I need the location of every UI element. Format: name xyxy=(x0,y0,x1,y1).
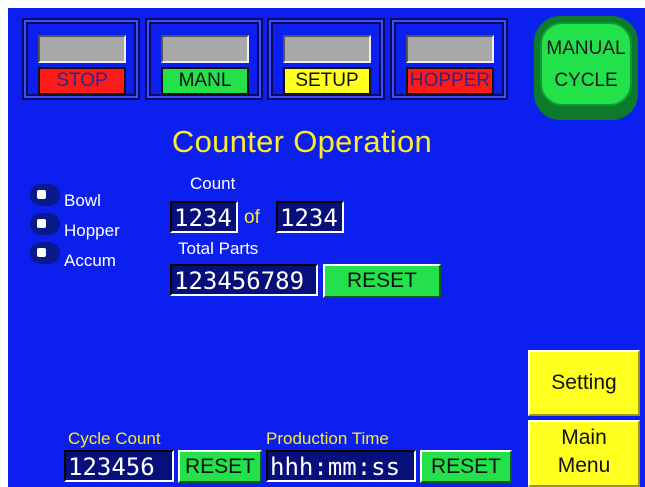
page-title: Counter Operation xyxy=(171,124,433,159)
hopper-indicator-label: Hopper xyxy=(64,221,120,240)
status-lamp xyxy=(161,35,249,63)
status-label-manl: MANL xyxy=(161,67,249,95)
accum-indicator-label: Accum xyxy=(64,251,116,270)
total-parts-label: Total Parts xyxy=(178,239,259,258)
status-lamp xyxy=(406,35,494,63)
count-target-value[interactable]: 1234 xyxy=(276,201,344,233)
production-time-value: hhh:mm:ss xyxy=(266,450,416,482)
main-menu-line2: Menu xyxy=(557,454,611,477)
cycle-count-value: 123456 xyxy=(64,450,174,482)
status-lamp xyxy=(283,35,371,63)
status-tile-stop: STOP xyxy=(22,18,140,100)
hopper-indicator-icon xyxy=(30,213,60,235)
count-of-label: of xyxy=(244,207,260,228)
hmi-screen: STOP MANL SETUP HOPPER MANUAL CYCLE Coun… xyxy=(8,8,645,487)
accum-indicator-icon xyxy=(30,242,60,264)
total-parts-value: 123456789 xyxy=(170,264,318,296)
total-parts-reset-button[interactable]: RESET xyxy=(323,264,441,298)
status-label-setup: SETUP xyxy=(283,67,371,95)
status-tile-hopper: HOPPER xyxy=(390,18,508,100)
production-time-label: Production Time xyxy=(266,429,389,448)
manual-cycle-line2: CYCLE xyxy=(554,70,618,91)
setting-button[interactable]: Setting xyxy=(528,350,640,416)
manual-cycle-button[interactable]: MANUAL CYCLE xyxy=(534,16,638,120)
manual-cycle-line1: MANUAL xyxy=(546,38,626,59)
status-tile-setup: SETUP xyxy=(267,18,385,100)
status-tile-manl: MANL xyxy=(145,18,263,100)
bowl-indicator-icon xyxy=(30,184,60,206)
manual-cycle-face: MANUAL CYCLE xyxy=(540,22,632,106)
production-time-reset-button[interactable]: RESET xyxy=(420,450,512,483)
main-menu-button[interactable]: Main Menu xyxy=(528,420,640,487)
status-lamp xyxy=(38,35,126,63)
cycle-count-label: Cycle Count xyxy=(68,429,161,448)
status-label-hopper: HOPPER xyxy=(406,67,494,95)
status-label-stop: STOP xyxy=(38,67,126,95)
count-current-value[interactable]: 1234 xyxy=(170,201,238,233)
count-label: Count xyxy=(190,174,236,193)
cycle-count-reset-button[interactable]: RESET xyxy=(178,450,262,483)
bowl-indicator-label: Bowl xyxy=(64,191,101,210)
main-menu-line1: Main xyxy=(561,426,607,449)
